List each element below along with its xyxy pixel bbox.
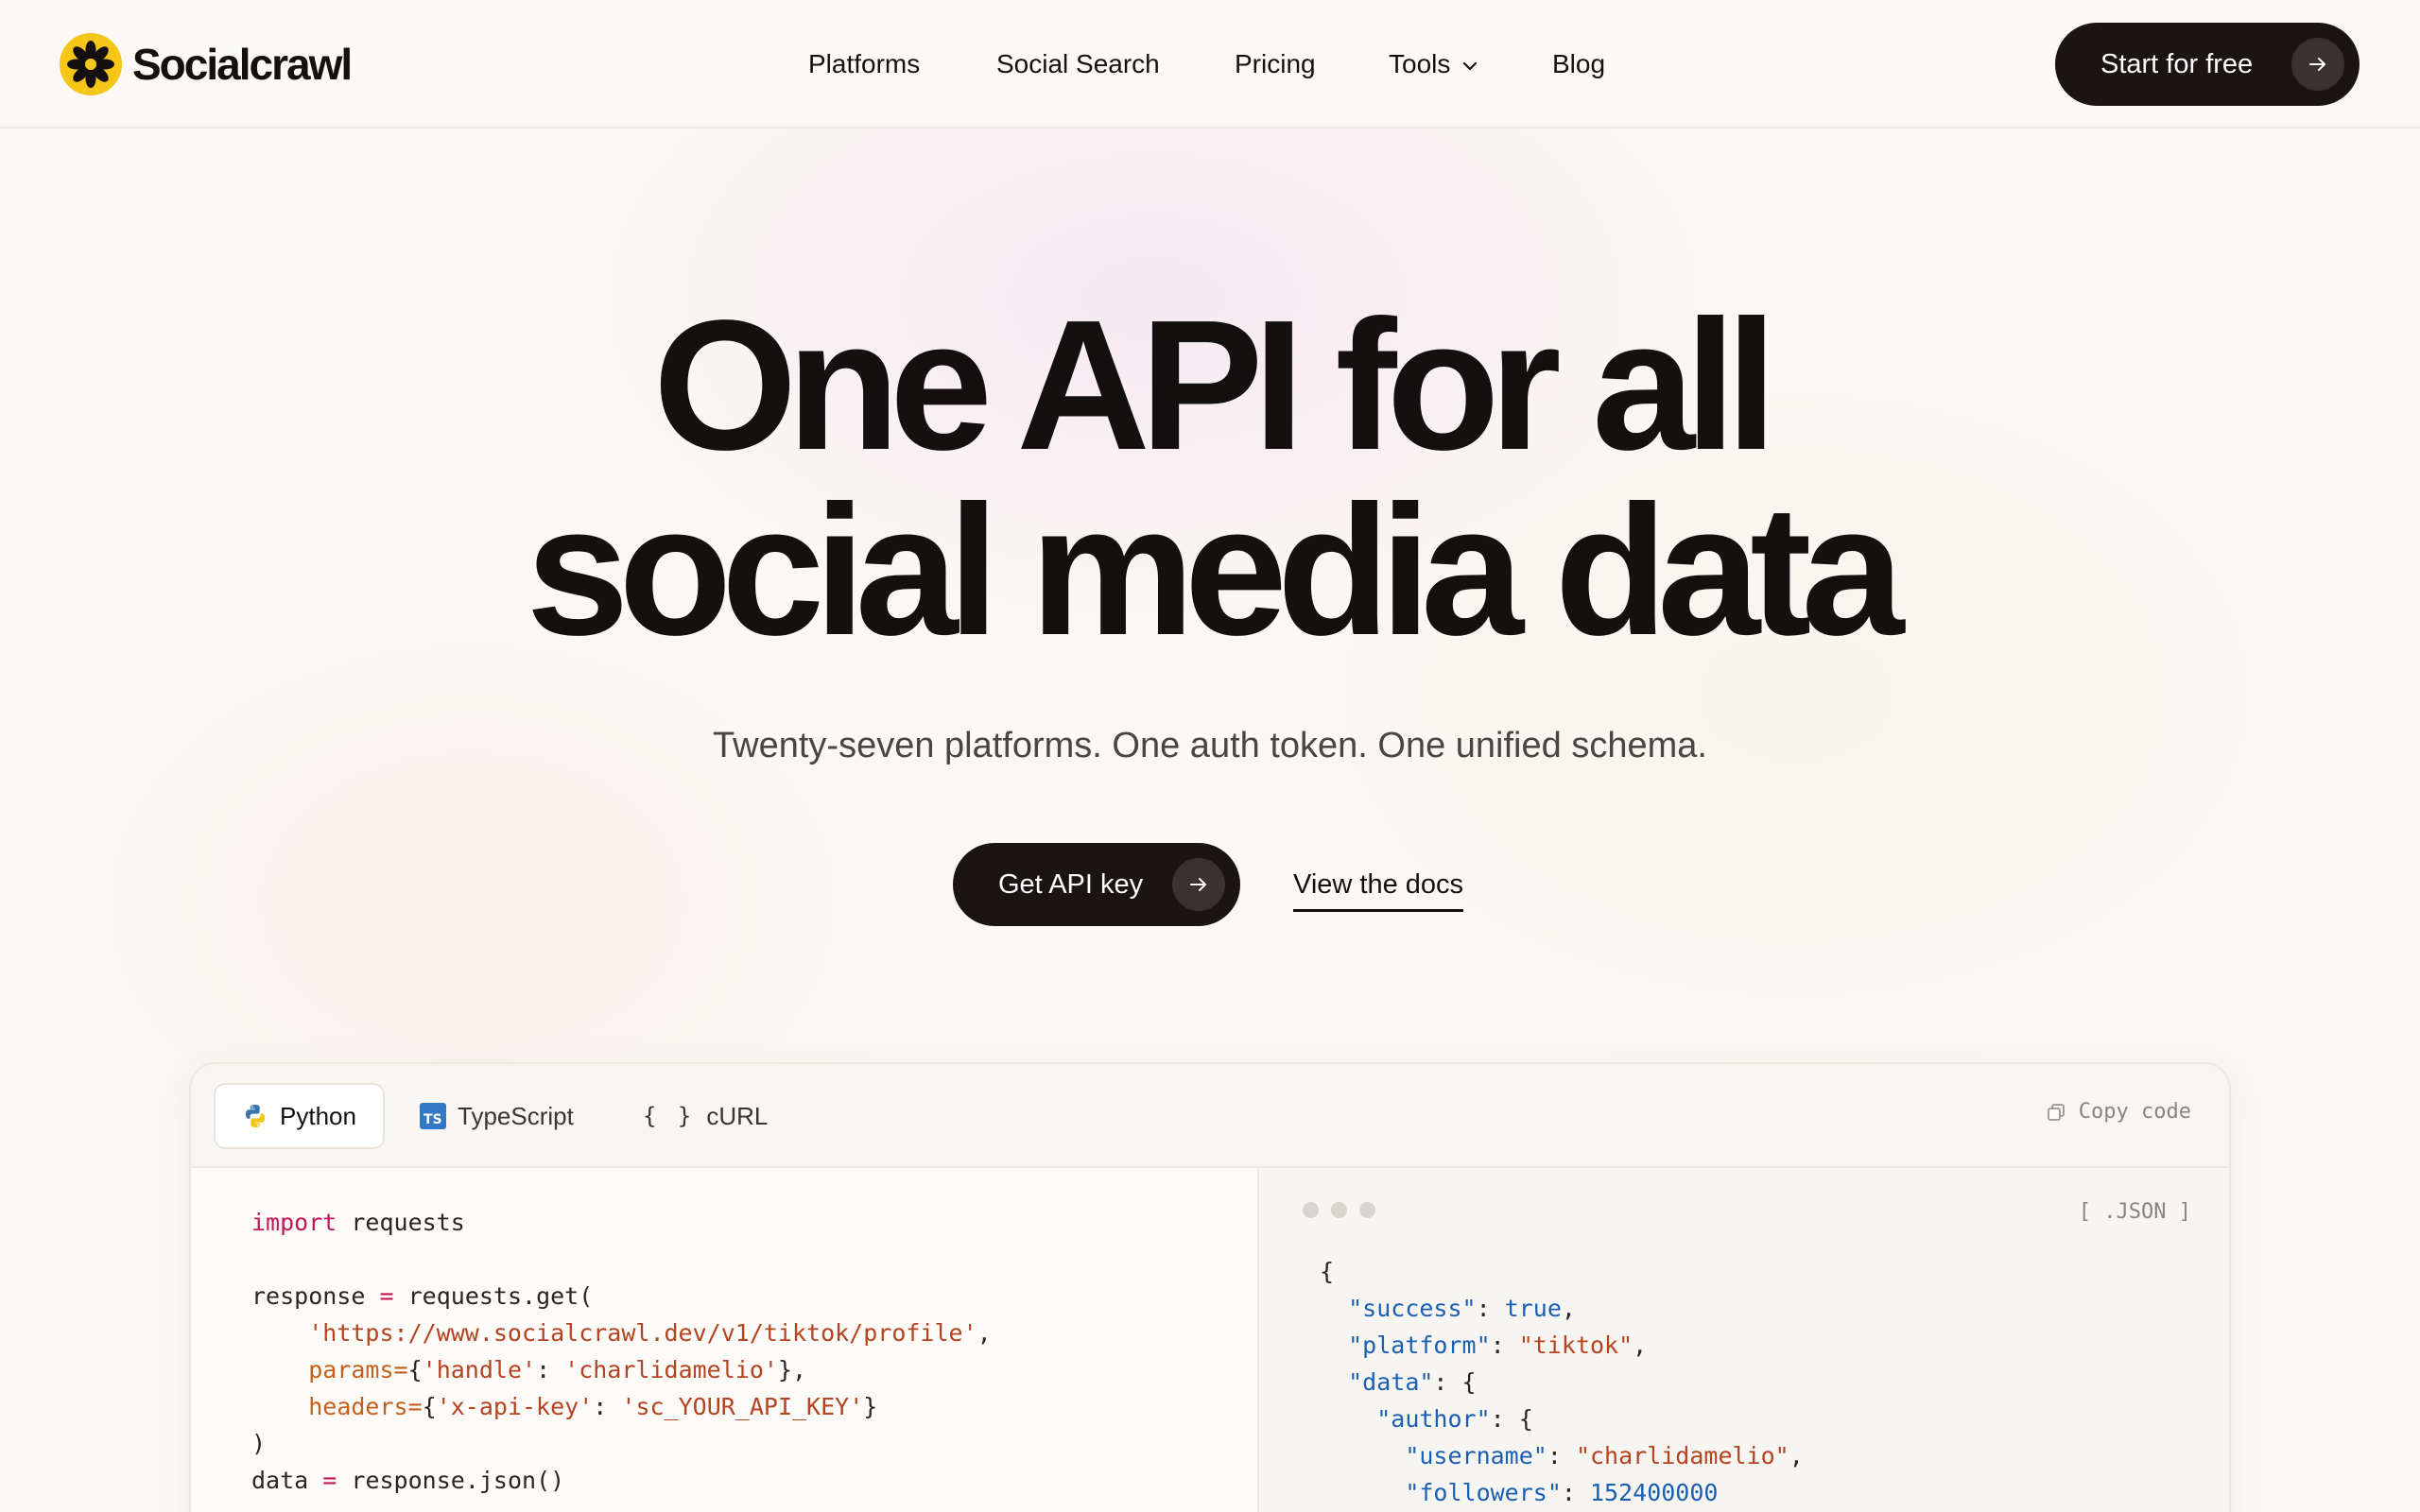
typescript-icon: TS	[420, 1103, 446, 1129]
hero-title-line-1: One API for all	[652, 282, 1777, 489]
start-for-free-label: Start for free	[2100, 48, 2254, 79]
hero-title: One API for all social media data	[0, 293, 2420, 663]
window-dots	[1303, 1202, 1388, 1218]
nav-link-social-search[interactable]: Social Search	[996, 43, 1160, 85]
tab-python[interactable]: Python	[214, 1083, 385, 1149]
nav-link-blog[interactable]: Blog	[1552, 43, 1605, 85]
copy-code-button[interactable]: Copy code	[2047, 1100, 2191, 1124]
get-api-key-label: Get API key	[998, 868, 1144, 900]
top-navbar: Socialcrawl Platforms Social Search Pric…	[0, 0, 2420, 129]
braces-icon: { }	[643, 1103, 696, 1129]
nav-link-platforms[interactable]: Platforms	[808, 43, 920, 85]
nav-link-tools[interactable]: Tools	[1389, 43, 1478, 85]
arrow-right-icon	[2291, 38, 2344, 91]
hero-title-line-2: social media data	[526, 467, 1904, 674]
tab-typescript[interactable]: TS TypeScript	[393, 1083, 600, 1149]
tab-python-label: Python	[280, 1101, 356, 1130]
json-response-block: { "success": true, "platform": "tiktok",…	[1320, 1258, 1804, 1506]
nav-link-pricing[interactable]: Pricing	[1235, 43, 1316, 85]
python-icon	[242, 1103, 268, 1129]
nav-link-tools-label: Tools	[1389, 49, 1451, 78]
copy-icon	[2047, 1103, 2065, 1121]
code-example-card: Python TS TypeScript { } cURL Copy code …	[189, 1062, 2231, 1512]
get-api-key-button[interactable]: Get API key	[953, 843, 1240, 926]
tab-curl[interactable]: { } cURL	[616, 1083, 794, 1149]
request-code-panel: import requests response = requests.get(…	[191, 1168, 1259, 1512]
view-docs-link[interactable]: View the docs	[1293, 862, 1464, 912]
hero-subtitle: Twenty-seven platforms. One auth token. …	[713, 726, 1707, 765]
start-for-free-button[interactable]: Start for free	[2055, 23, 2360, 106]
chevron-down-icon	[1463, 61, 1478, 71]
svg-text:TS: TS	[424, 1112, 442, 1127]
tab-curl-label: cURL	[706, 1101, 769, 1130]
language-tabs: Python TS TypeScript { } cURL Copy code	[191, 1064, 2229, 1168]
tab-typescript-label: TypeScript	[458, 1101, 574, 1130]
response-json-panel: [ .JSON ] { "success": true, "platform":…	[1259, 1168, 2229, 1512]
copy-code-label: Copy code	[2078, 1100, 2191, 1124]
python-code-block: import requests response = requests.get(…	[251, 1209, 992, 1494]
format-label: [ .JSON ]	[2078, 1200, 2191, 1224]
arrow-right-icon	[1172, 858, 1225, 911]
